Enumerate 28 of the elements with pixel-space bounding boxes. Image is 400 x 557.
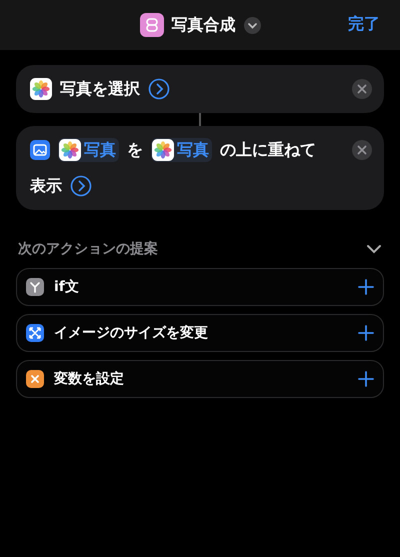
suggestion-row[interactable]: 変数を設定	[16, 360, 384, 398]
photos-app-icon	[59, 139, 81, 161]
action-text: 写真を選択	[60, 78, 140, 100]
shortcut-title: 写真合成	[172, 14, 236, 36]
action-text: を	[127, 139, 143, 161]
dropdown-icon[interactable]	[244, 16, 260, 34]
action-text: 表示	[30, 175, 62, 197]
suggestion-label: if文	[54, 278, 80, 296]
photos-app-icon	[30, 78, 52, 100]
photos-app-icon	[152, 139, 174, 161]
suggestion-label: イメージのサイズを変更	[54, 324, 209, 342]
close-icon[interactable]	[352, 140, 372, 160]
add-icon[interactable]	[358, 325, 374, 341]
chevron-circle-icon[interactable]	[70, 175, 92, 197]
image-icon	[30, 140, 50, 160]
done-button[interactable]: 完了	[348, 14, 380, 35]
suggestion-label: 変数を設定	[54, 370, 125, 388]
close-icon[interactable]	[352, 79, 372, 99]
layers-icon	[140, 13, 164, 37]
chevron-circle-icon[interactable]	[148, 78, 170, 100]
suggestion-row[interactable]: if文	[16, 268, 384, 306]
add-icon[interactable]	[358, 371, 374, 387]
action-text: の上に重ねて	[220, 139, 316, 161]
suggestion-row[interactable]: イメージのサイズを変更	[16, 314, 384, 352]
section-title: 次のアクションの提案	[18, 240, 158, 258]
photo-variable-token[interactable]: 写真	[151, 138, 212, 162]
add-icon[interactable]	[358, 279, 374, 295]
photo-variable-token[interactable]: 写真	[58, 138, 119, 162]
